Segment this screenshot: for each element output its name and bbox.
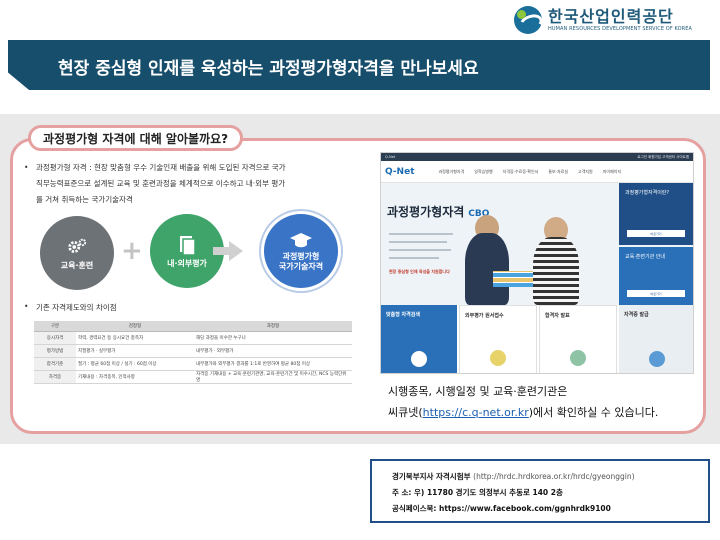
step-qualification-label: 과정평가형 국가기술자격 [278, 251, 324, 271]
site-nav-item: 통보·자료실 [548, 168, 569, 174]
office-name: 경기북부지사 자격시험부 [392, 472, 471, 481]
side-box-button: 바로가기 [627, 230, 685, 237]
step-education-label: 교육·훈련 [60, 260, 94, 270]
caption-prefix: 씨큐넷( [388, 406, 423, 419]
table-cell: 응시자격 [34, 331, 76, 345]
logo-name-ko: 한국산업인력공단 [548, 7, 674, 26]
table-row: 자격증 기재내용 : 자격종목, 인적사항 자격증 기재내용 + 교육·훈련기관… [34, 370, 352, 384]
table-cell: 기재내용 : 자격종목, 인적사항 [76, 370, 194, 384]
office-url-link[interactable]: (http://hrdc.hrdkorea.or.kr/hrdc/gyeongg… [473, 472, 634, 481]
step-qualification: 과정평가형 국가기술자격 [264, 214, 338, 288]
section-heading: 과정평가형 자격에 대해 알아볼까요? [43, 131, 229, 146]
table-cell: 지필평가 · 실무평가 [76, 344, 194, 358]
site-card-title: 외부평가 원서접수 [465, 313, 504, 319]
gear-icon [68, 238, 87, 253]
hero-text-line [389, 241, 447, 243]
caption-suffix: )에서 확인하실 수 있습니다. [528, 406, 659, 419]
hero-title-text: 과정평가형자격 [387, 205, 465, 219]
badge-icon [570, 350, 586, 366]
qnet-logo: Q-Net [385, 166, 415, 177]
definition-bullet: 과정평가형 자격 : 현장 맞춤형 우수 기술인재 배출을 위해 도입된 자격으… [24, 160, 364, 208]
certificate-icon [649, 351, 665, 367]
site-card: 합격자 발표 [539, 305, 617, 373]
person-photo [533, 237, 579, 305]
contact-address: 주 소: 우) 11780 경기도 의정부시 추동로 140 2층 [392, 488, 563, 497]
site-side-box-institutions: 교육·훈련기관 안내 바로가기 [619, 247, 693, 305]
person-photo [465, 233, 509, 305]
arrow-icon [213, 241, 243, 261]
table-cell: 내부평가와 외부평가 결과를 1:1로 반영하여 평균 80점 이상 [194, 357, 352, 371]
document-icon [180, 235, 196, 256]
qnet-link[interactable]: https://c.q-net.or.kr [423, 406, 529, 419]
pen-icon [490, 350, 506, 366]
site-nav-item: 일학습병행 [474, 168, 493, 174]
title-banner: 현장 중심형 인재를 육성하는 과정평가형자격을 만나보세요 [8, 40, 710, 90]
site-nav-item: 고객지원 [578, 168, 593, 174]
step-education: 교육·훈련 [40, 216, 114, 290]
site-top-left: Q-Net [385, 155, 396, 159]
table-cell: 합격기준 [34, 357, 76, 371]
table-header-row: 구분 검정형 과정형 [34, 321, 352, 332]
caption-line-2: 씨큐넷(https://c.q-net.or.kr)에서 확인하실 수 있습니다… [388, 402, 658, 423]
page-title: 현장 중심형 인재를 육성하는 과정평가형자격을 만나보세요 [58, 59, 479, 79]
books-image [493, 271, 533, 287]
table-cell: 해당 과정을 이수한 누구나 [194, 331, 352, 345]
side-box-title: 교육·훈련기관 안내 [625, 254, 665, 260]
hrdk-logo: 한국산업인력공단 HUMAN RESOURCES DEVELOPMENT SER… [514, 6, 692, 34]
logo-name-en: HUMAN RESOURCES DEVELOPMENT SERVICE OF K… [548, 26, 692, 32]
table-cell: 자격증 [34, 370, 76, 384]
table-cell: 학력, 경력요건 등 응시요건 충족자 [76, 331, 194, 345]
table-row: 합격기준 필기 : 평균 60점 이상 / 실기 : 60점 이상 내부평가와 … [34, 357, 352, 371]
caption-line-1: 시행종목, 시행일정 및 교육·훈련기관은 [388, 385, 568, 398]
site-card-title: 맞춤형 자격검색 [386, 312, 420, 318]
table-header: 검정형 [76, 321, 194, 332]
site-card-title: 합격자 발표 [545, 313, 570, 319]
hero-text-line [389, 249, 451, 251]
site-nav-item: 자격증·수료증·확인서 [502, 168, 539, 174]
graduation-cap-icon [290, 232, 312, 247]
table-row: 평가방법 지필평가 · 실무평가 내부평가 · 외부평가 [34, 344, 352, 358]
site-top-bar: Q-Net 로그인 회원가입 고객센터 사이트맵 [381, 153, 693, 161]
qnet-website-screenshot: Q-Net 로그인 회원가입 고객센터 사이트맵 Q-Net 과정평가형자격 일… [380, 152, 694, 374]
hrdk-logo-icon [514, 6, 542, 34]
table-header: 구분 [34, 321, 76, 332]
site-card: 외부평가 원서접수 [459, 305, 537, 373]
site-nav-item: 과정평가형자격 [438, 168, 465, 174]
site-top-links: 로그인 회원가입 고객센터 사이트맵 [637, 154, 689, 159]
section-heading-pill: 과정평가형 자격에 대해 알아볼까요? [28, 125, 244, 151]
difference-bullet: 기존 자격제도와의 차이점 [24, 302, 117, 313]
site-card: 맞춤형 자격검색 [381, 305, 457, 373]
contact-office: 경기북부지사 자격시험부 (http://hrdc.hrdkorea.or.kr… [392, 469, 688, 485]
table-cell: 필기 : 평균 60점 이상 / 실기 : 60점 이상 [76, 357, 194, 371]
table-header: 과정형 [194, 321, 352, 332]
hero-title: 과정평가형자격 CBQ [387, 203, 489, 220]
contact-facebook-link[interactable]: 공식페이스북: https://www.facebook.com/ggnhrdk… [392, 501, 688, 517]
side-box-button: 바로가기 [627, 290, 685, 297]
table-cell: 자격증 기재내용 + 교육·훈련기관명, 교육·훈련기간 및 이수시간, NCS… [194, 370, 352, 384]
definition-line-1: 과정평가형 자격 : 현장 맞춤형 우수 기술인재 배출을 위해 도입된 자격으… [36, 163, 286, 172]
site-nav-item: 마이페이지 [602, 168, 622, 174]
site-cards: 맞춤형 자격검색 외부평가 원서접수 합격자 발표 자격증 발급 [381, 305, 693, 373]
hero-text-line [389, 257, 439, 259]
table-row: 응시자격 학력, 경력요건 등 응시요건 충족자 해당 과정을 이수한 누구나 [34, 331, 352, 345]
site-nav: Q-Net 과정평가형자격 일학습병행 자격증·수료증·확인서 통보·자료실 고… [381, 161, 693, 183]
comparison-table: 구분 검정형 과정형 응시자격 학력, 경력요건 등 응시요건 충족자 해당 과… [34, 321, 352, 384]
definition-line-3: 를 거쳐 취득하는 국가기술자격 [36, 195, 133, 204]
step-evaluation-label: 내·외부평가 [167, 258, 207, 268]
definition-line-2: 직무능력표준으로 설계된 교육 및 훈련과정을 체계적으로 이수하고 내·외부 … [36, 179, 286, 188]
site-card: 자격증 발급 [619, 305, 693, 373]
side-box-title: 과정평가형자격이란? [625, 190, 670, 196]
site-card-title: 자격증 발급 [624, 312, 649, 318]
hero-highlight: 현장 중심형 인재 육성을 지원합니다 [389, 269, 450, 274]
difference-label: 기존 자격제도와의 차이점 [36, 303, 117, 312]
plus-sign: + [121, 236, 143, 266]
search-icon [411, 351, 427, 367]
table-cell: 내부평가 · 외부평가 [194, 344, 352, 358]
contact-box: 경기북부지사 자격시험부 (http://hrdc.hrdkorea.or.kr… [370, 459, 710, 523]
table-cell: 평가방법 [34, 344, 76, 358]
hero-text-line [389, 233, 453, 235]
site-side-box-about: 과정평가형자격이란? 바로가기 [619, 183, 693, 245]
website-caption: 시행종목, 시행일정 및 교육·훈련기관은 씨큐넷(https://c.q-ne… [388, 381, 658, 423]
